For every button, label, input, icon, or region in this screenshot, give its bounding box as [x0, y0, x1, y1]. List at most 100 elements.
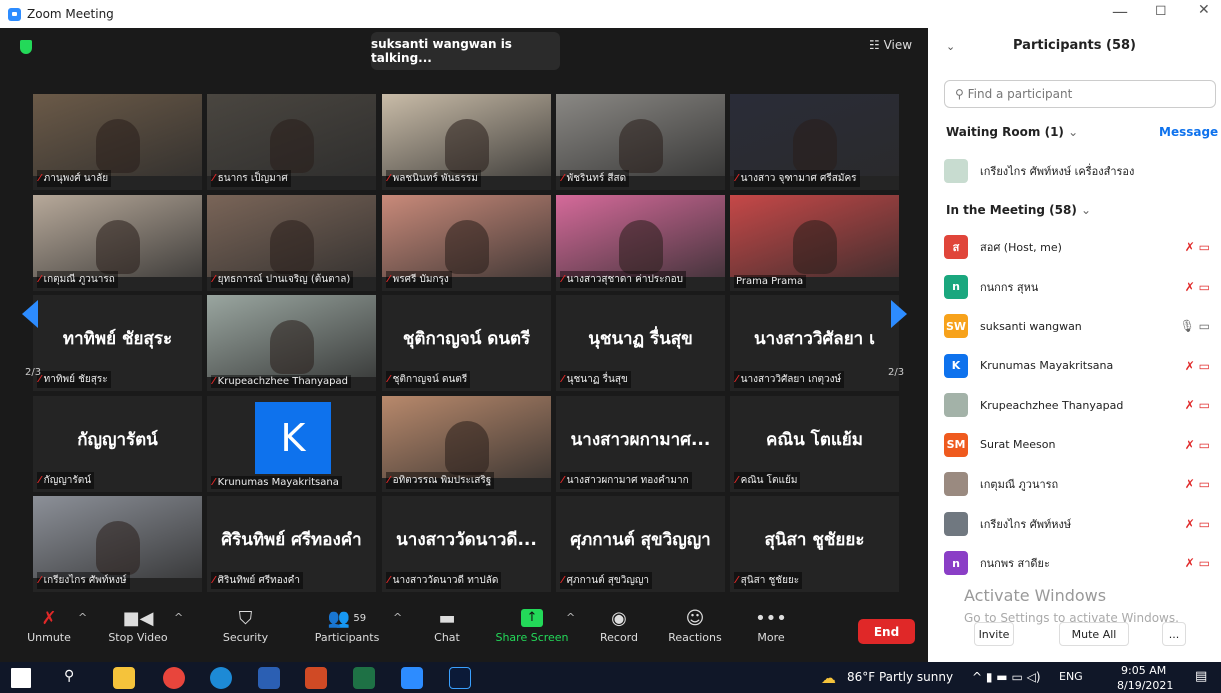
excel-icon[interactable] — [353, 667, 375, 689]
waiting-room-header[interactable]: Waiting Room (1) ⌄ — [946, 125, 1078, 139]
video-tile[interactable]: ⁄ ยุทธการณ์ ปานเจริญ (ต้นตาล) — [207, 195, 376, 291]
unmute-button[interactable]: ✗ Unmute — [24, 605, 74, 645]
participant-row[interactable]: เกรียงไกร ศัพท์หงษ์ ✗ ▭ — [944, 509, 1214, 539]
participant-row[interactable]: SM Surat Meeson ✗ ▭ — [944, 430, 1214, 460]
video-tile[interactable]: ⁄ เกรียงไกร ศัพท์หงษ์ — [33, 496, 202, 592]
video-options-caret[interactable]: ^ — [174, 611, 183, 624]
next-page-arrow-icon[interactable] — [891, 300, 907, 328]
video-tile[interactable]: ชุติกาญจน์ ดนตรี ⁄ ชุติกาญจน์ ดนตรี — [382, 295, 551, 391]
more-options-button[interactable]: ... — [1162, 622, 1186, 646]
mute-all-button[interactable]: Mute All — [1059, 622, 1129, 646]
edge-icon[interactable] — [210, 667, 232, 689]
stop-video-button[interactable]: ■◀ Stop Video — [104, 605, 172, 645]
chrome-icon[interactable] — [163, 667, 185, 689]
clock-time[interactable]: 9:05 AM — [1121, 664, 1166, 677]
participant-search-input[interactable]: ⚲ Find a participant — [944, 80, 1216, 108]
record-button[interactable]: ◉ Record — [597, 605, 641, 645]
share-options-caret[interactable]: ^ — [566, 611, 575, 624]
clock-date[interactable]: 8/19/2021 — [1117, 679, 1173, 692]
participant-silhouette — [444, 421, 489, 475]
notification-icon[interactable]: ▤ — [1195, 669, 1207, 684]
video-tile[interactable]: Prama Prama — [730, 195, 899, 291]
message-button[interactable]: Message — [1159, 125, 1218, 139]
video-tile[interactable]: ⁄ นางสาว จุฑามาศ ศรีสมัคร — [730, 94, 899, 190]
video-tile[interactable]: ศิรินทิพย์ ศรีทองคำ ⁄ ศิรินทิพย์ ศรีทองคำ — [207, 496, 376, 592]
participant-video — [382, 195, 551, 277]
file-explorer-icon[interactable] — [113, 667, 135, 689]
minimize-button[interactable]: — — [1112, 2, 1128, 21]
video-tile[interactable]: นุชนาฏ รื่นสุข ⁄ นุชนาฏ รื่นสุข — [556, 295, 725, 391]
video-tile[interactable]: ทาทิพย์ ชัยสุระ ⁄ ทาทิพย์ ชัยสุระ — [33, 295, 202, 391]
photoshop-icon[interactable] — [449, 667, 471, 689]
participant-row[interactable]: SW suksanti wangwan 🎙 ▭ — [944, 311, 1214, 341]
close-button[interactable]: ✕ — [1198, 2, 1210, 18]
video-tile[interactable]: นางสาววัดนาวดี... ⁄ นางสาววัดนาวดี ทาปลัด — [382, 496, 551, 592]
share-screen-button[interactable]: ↑ Share Screen — [495, 605, 569, 644]
video-tile[interactable]: นางสาววิศัลยา เ ⁄ นางสาววิศัลยา เกตุวงษ์ — [730, 295, 899, 391]
weather-text[interactable]: 86°F Partly sunny — [847, 670, 953, 684]
participant-video — [382, 396, 551, 478]
invite-button[interactable]: Invite — [974, 622, 1014, 646]
zoom-taskbar-icon[interactable] — [401, 667, 423, 689]
video-tile[interactable]: ศุภกานต์ สุขวิญญา ⁄ ศุภกานต์ สุขวิญญา — [556, 496, 725, 592]
video-area: suksanti wangwan is talking... ☷ View ⁄ ภ… — [0, 28, 928, 662]
language-indicator[interactable]: ENG — [1059, 670, 1083, 683]
windows-start-icon[interactable] — [11, 668, 31, 688]
muted-mic-icon: 🎙 ▭ — [1179, 319, 1210, 333]
chat-button[interactable]: ▬ Chat — [428, 605, 466, 645]
participant-row[interactable]: เกตุมณี ภูวนารถ ✗ ▭ — [944, 469, 1214, 499]
end-meeting-button[interactable]: End — [858, 619, 915, 644]
participants-panel: ⌄ Participants (58) ⚲ Find a participant… — [928, 28, 1221, 662]
participants-button[interactable]: 👥 59 Participants — [312, 605, 382, 645]
participants-options-caret[interactable]: ^ — [393, 611, 402, 624]
maximize-button[interactable]: ◻ — [1155, 2, 1167, 18]
tile-display-name: ศิรินทิพย์ ศรีทองคำ — [221, 530, 362, 550]
video-tile[interactable]: ⁄ พรศรี บัมกรุง — [382, 195, 551, 291]
view-button[interactable]: ☷ View — [869, 38, 912, 52]
video-tile[interactable]: ⁄ พัชรินทร์ สีสด — [556, 94, 725, 190]
record-icon: ◉ — [611, 607, 627, 629]
more-dots-icon: ••• — [755, 607, 787, 629]
shield-icon[interactable] — [20, 40, 32, 54]
video-tile[interactable]: คณิน โตแย้ม ⁄ คณิน โตแย้ม — [730, 396, 899, 492]
video-tile[interactable]: ⁄ เกตุมณี ภูวนารถ — [33, 195, 202, 291]
video-tile[interactable]: ⁄ นางสาวสุชาดา ค่าประกอบ — [556, 195, 725, 291]
video-tile[interactable]: นางสาวผกามาศ... ⁄ นางสาวผกามาศ ทองคำมาก — [556, 396, 725, 492]
waiting-participant-row[interactable]: เกรียงไกร ศัพท์หงษ์ เครื่องสำรอง — [944, 156, 1214, 186]
waiting-room-chevron-icon: ⌄ — [1068, 125, 1079, 139]
video-tile[interactable]: กัญญารัตน์ ⁄ กัญญารัตน์ — [33, 396, 202, 492]
video-tile[interactable]: ⁄ พลชนินทร์ พันธรรม — [382, 94, 551, 190]
chat-icon: ▬ — [438, 607, 456, 629]
tile-name-label: ⁄ ทาทิพย์ ชัยสุระ — [37, 371, 111, 388]
in-meeting-header[interactable]: In the Meeting (58) ⌄ — [946, 203, 1091, 217]
muted-mic-icon: ⁄ — [388, 173, 390, 184]
reactions-button[interactable]: ☺ Reactions — [667, 605, 723, 645]
video-tile[interactable]: ⁄ อทิตวรรณ พิมประเสริฐ — [382, 396, 551, 492]
participant-row[interactable]: n กนกพร สาดียะ ✗ ▭ — [944, 548, 1214, 578]
participant-row[interactable]: K Krunumas Mayakritsana ✗ ▭ — [944, 351, 1214, 381]
video-tile[interactable]: K ⁄ Krunumas Mayakritsana — [207, 396, 376, 492]
more-button[interactable]: ••• More — [754, 605, 788, 645]
tile-name-label: ⁄ เกตุมณี ภูวนารถ — [37, 271, 118, 288]
security-button[interactable]: ⛉ Security — [218, 605, 273, 645]
participant-silhouette — [792, 119, 837, 173]
muted-mic-icon: ⁄ — [388, 575, 390, 586]
audio-options-caret[interactable]: ^ — [78, 611, 87, 624]
powerpoint-icon[interactable] — [305, 667, 327, 689]
participant-row[interactable]: n กนกกร สุหน ✗ ▭ — [944, 272, 1214, 302]
video-tile[interactable]: ⁄ ภานุพงศ์ นาลัย — [33, 94, 202, 190]
search-icon[interactable]: ⚲ — [64, 668, 74, 684]
participant-row[interactable]: ส สอศ (Host, me) ✗ ▭ — [944, 232, 1214, 262]
word-icon[interactable] — [258, 667, 280, 689]
tile-display-name: สุนิสา ชูชัยยะ — [764, 530, 865, 550]
participant-row[interactable]: Krupeachzhee Thanyapad ✗ ▭ — [944, 390, 1214, 420]
tile-display-name: คณิน โตแย้ม — [766, 430, 863, 450]
tile-name-label: ⁄ นางสาวผกามาศ ทองคำมาก — [560, 472, 692, 489]
video-tile[interactable]: ⁄ Krupeachzhee Thanyapad — [207, 295, 376, 391]
video-tile[interactable]: ⁄ ธนากร เป็ญมาศ — [207, 94, 376, 190]
prev-page-arrow-icon[interactable] — [22, 300, 38, 328]
participants-icon: 👥 — [327, 607, 351, 629]
participant-silhouette — [95, 220, 140, 274]
video-tile[interactable]: สุนิสา ชูชัยยะ ⁄ สุนิสา ชูชัยยะ — [730, 496, 899, 592]
tray-icons[interactable]: ^ ▮ ▬ ▭ ◁) — [972, 670, 1041, 684]
